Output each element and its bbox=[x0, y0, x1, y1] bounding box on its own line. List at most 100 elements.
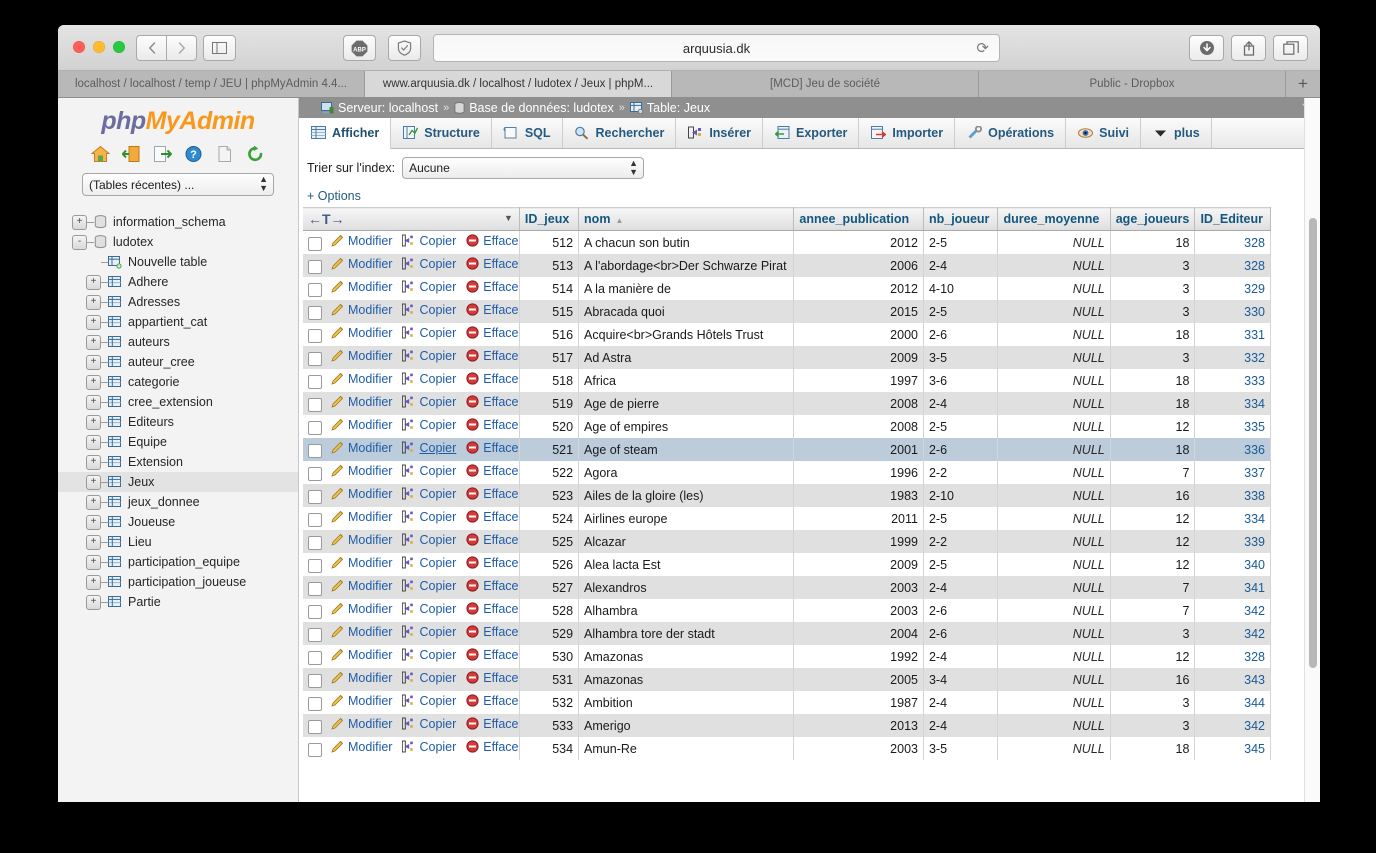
tree-item-nouvelle-table[interactable]: Nouvelle table bbox=[58, 252, 298, 272]
expand-node-icon[interactable]: + bbox=[86, 534, 101, 550]
cell-ID_Editeur[interactable]: 343 bbox=[1194, 668, 1271, 691]
row-checkbox[interactable] bbox=[308, 260, 322, 275]
browser-tab-1[interactable]: localhost / localhost / temp / JEU | php… bbox=[58, 71, 365, 97]
close-window-button[interactable] bbox=[73, 41, 85, 53]
tree-item-information-schema[interactable]: + information_schema bbox=[58, 212, 298, 232]
home-icon[interactable] bbox=[90, 143, 111, 164]
table-row[interactable]: Modifier Copier Effacer 532 Ambition 1987 2-4 N… bbox=[303, 691, 1271, 714]
edit-row-link[interactable]: Modifier bbox=[330, 671, 392, 685]
row-checkbox[interactable] bbox=[308, 674, 322, 689]
row-checkbox[interactable] bbox=[308, 329, 322, 344]
scrollbar-thumb[interactable] bbox=[1309, 218, 1317, 668]
column-header-ID_jeux[interactable]: ID_jeux bbox=[519, 207, 580, 231]
expand-node-icon[interactable]: + bbox=[86, 434, 101, 450]
delete-row-link[interactable]: Effacer bbox=[465, 510, 518, 524]
tree-item-adresses[interactable]: + Adresses bbox=[58, 292, 298, 312]
row-checkbox[interactable] bbox=[308, 398, 322, 413]
forward-button[interactable] bbox=[166, 35, 197, 61]
column-header-duree_moyenne[interactable]: duree_moyenne bbox=[997, 207, 1111, 231]
sort-direction-marker[interactable]: ←T→ bbox=[308, 211, 345, 227]
tab-suivi[interactable]: Suivi bbox=[1066, 118, 1141, 148]
table-row[interactable]: Modifier Copier Effacer 533 Amerigo 2013 2-4 NU… bbox=[303, 714, 1271, 737]
expand-node-icon[interactable]: + bbox=[86, 494, 101, 510]
copy-row-link[interactable]: Copier bbox=[401, 740, 456, 754]
delete-row-link[interactable]: Effacer bbox=[465, 372, 518, 386]
column-header-annee_publication[interactable]: annee_publication bbox=[793, 207, 924, 231]
table-row[interactable]: Modifier Copier Effacer 523 Ailes de la gloi… bbox=[303, 484, 1271, 507]
column-header-nom[interactable]: nom ▲ bbox=[578, 207, 795, 231]
expand-node-icon[interactable]: + bbox=[86, 394, 101, 410]
tree-item-participation-equipe[interactable]: + participation_equipe bbox=[58, 552, 298, 572]
browser-tab-4[interactable]: Public - Dropbox bbox=[979, 71, 1286, 97]
edit-row-link[interactable]: Modifier bbox=[330, 441, 392, 455]
cell-ID_Editeur[interactable]: 345 bbox=[1194, 737, 1271, 760]
copy-row-link[interactable]: Copier bbox=[401, 257, 456, 271]
row-checkbox[interactable] bbox=[308, 421, 322, 436]
adblock-icon-button[interactable]: ABP bbox=[343, 35, 376, 61]
table-row[interactable]: Modifier Copier Effacer 528 Alhambra 2003 2-6 N… bbox=[303, 599, 1271, 622]
tree-item-adhere[interactable]: + Adhere bbox=[58, 272, 298, 292]
table-row[interactable]: Modifier Copier Effacer 519 Age de pierre 200… bbox=[303, 392, 1271, 415]
edit-row-link[interactable]: Modifier bbox=[330, 602, 392, 616]
delete-row-link[interactable]: Effacer bbox=[465, 717, 518, 731]
row-checkbox[interactable] bbox=[308, 306, 322, 321]
cell-ID_Editeur[interactable]: 344 bbox=[1194, 691, 1271, 714]
delete-row-link[interactable]: Effacer bbox=[465, 556, 518, 570]
edit-row-link[interactable]: Modifier bbox=[330, 694, 392, 708]
edit-row-link[interactable]: Modifier bbox=[330, 510, 392, 524]
tab-plus[interactable]: plus bbox=[1141, 118, 1212, 148]
delete-row-link[interactable]: Effacer bbox=[465, 349, 518, 363]
table-row[interactable]: Modifier Copier Effacer 521 Age of steam 2001… bbox=[303, 438, 1271, 461]
expand-node-icon[interactable]: + bbox=[86, 474, 101, 490]
expand-node-icon[interactable]: + bbox=[86, 334, 101, 350]
expand-node-icon[interactable]: + bbox=[86, 594, 101, 610]
copy-row-link[interactable]: Copier bbox=[401, 372, 456, 386]
tree-item-cree-extension[interactable]: + cree_extension bbox=[58, 392, 298, 412]
expand-node-icon[interactable]: + bbox=[86, 374, 101, 390]
table-row[interactable]: Modifier Copier Effacer 514 A la manière de 2… bbox=[303, 277, 1271, 300]
delete-row-link[interactable]: Effacer bbox=[465, 487, 518, 501]
row-checkbox[interactable] bbox=[308, 651, 322, 666]
edit-row-link[interactable]: Modifier bbox=[330, 303, 392, 317]
copy-row-link[interactable]: Copier bbox=[401, 671, 456, 685]
copy-row-link[interactable]: Copier bbox=[401, 556, 456, 570]
expand-node-icon[interactable]: + bbox=[86, 574, 101, 590]
copy-row-link[interactable]: Copier bbox=[401, 579, 456, 593]
expand-node-icon[interactable]: + bbox=[86, 554, 101, 570]
delete-row-link[interactable]: Effacer bbox=[465, 280, 518, 294]
copy-row-link[interactable]: Copier bbox=[401, 717, 456, 731]
expand-node-icon[interactable]: + bbox=[72, 214, 87, 230]
browser-tab-2[interactable]: www.arquusia.dk / localhost / ludotex / … bbox=[365, 71, 672, 97]
delete-row-link[interactable]: Effacer bbox=[465, 395, 518, 409]
tree-item-partie[interactable]: + Partie bbox=[58, 592, 298, 612]
edit-row-link[interactable]: Modifier bbox=[330, 234, 392, 248]
logout-icon[interactable] bbox=[121, 143, 142, 164]
reload-icon[interactable]: ⟳ bbox=[976, 39, 989, 57]
phpmyadmin-logo[interactable]: phpMyAdmin bbox=[58, 98, 298, 136]
tree-item-joueuse[interactable]: + Joueuse bbox=[58, 512, 298, 532]
tree-item-auteur-cree[interactable]: + auteur_cree bbox=[58, 352, 298, 372]
edit-row-link[interactable]: Modifier bbox=[330, 395, 392, 409]
sidebar-toggle-button[interactable] bbox=[203, 35, 236, 61]
row-checkbox[interactable] bbox=[308, 375, 322, 390]
delete-row-link[interactable]: Effacer bbox=[465, 441, 518, 455]
table-row[interactable]: Modifier Copier Effacer 527 Alexandros 2003 2-… bbox=[303, 576, 1271, 599]
copy-row-link[interactable]: Copier bbox=[401, 510, 456, 524]
scrollbar-track[interactable] bbox=[1304, 98, 1320, 802]
table-row[interactable]: Modifier Copier Effacer 513 A l'abordage<br>… bbox=[303, 254, 1271, 277]
row-checkbox[interactable] bbox=[308, 559, 322, 574]
cell-ID_Editeur[interactable]: 328 bbox=[1194, 254, 1271, 277]
table-row[interactable]: Modifier Copier Effacer 524 Airlines europe 2… bbox=[303, 507, 1271, 530]
row-checkbox[interactable] bbox=[308, 237, 322, 252]
copy-row-link[interactable]: Copier bbox=[401, 648, 456, 662]
delete-row-link[interactable]: Effacer bbox=[465, 694, 518, 708]
cell-ID_Editeur[interactable]: 339 bbox=[1194, 530, 1271, 553]
delete-row-link[interactable]: Effacer bbox=[465, 326, 518, 340]
copy-row-link[interactable]: Copier bbox=[401, 694, 456, 708]
row-checkbox[interactable] bbox=[308, 697, 322, 712]
tab-structure[interactable]: Structure bbox=[391, 118, 492, 148]
tree-item-auteurs[interactable]: + auteurs bbox=[58, 332, 298, 352]
row-checkbox[interactable] bbox=[308, 536, 322, 551]
cell-ID_Editeur[interactable]: 336 bbox=[1194, 438, 1271, 461]
expand-node-icon[interactable]: + bbox=[86, 294, 101, 310]
